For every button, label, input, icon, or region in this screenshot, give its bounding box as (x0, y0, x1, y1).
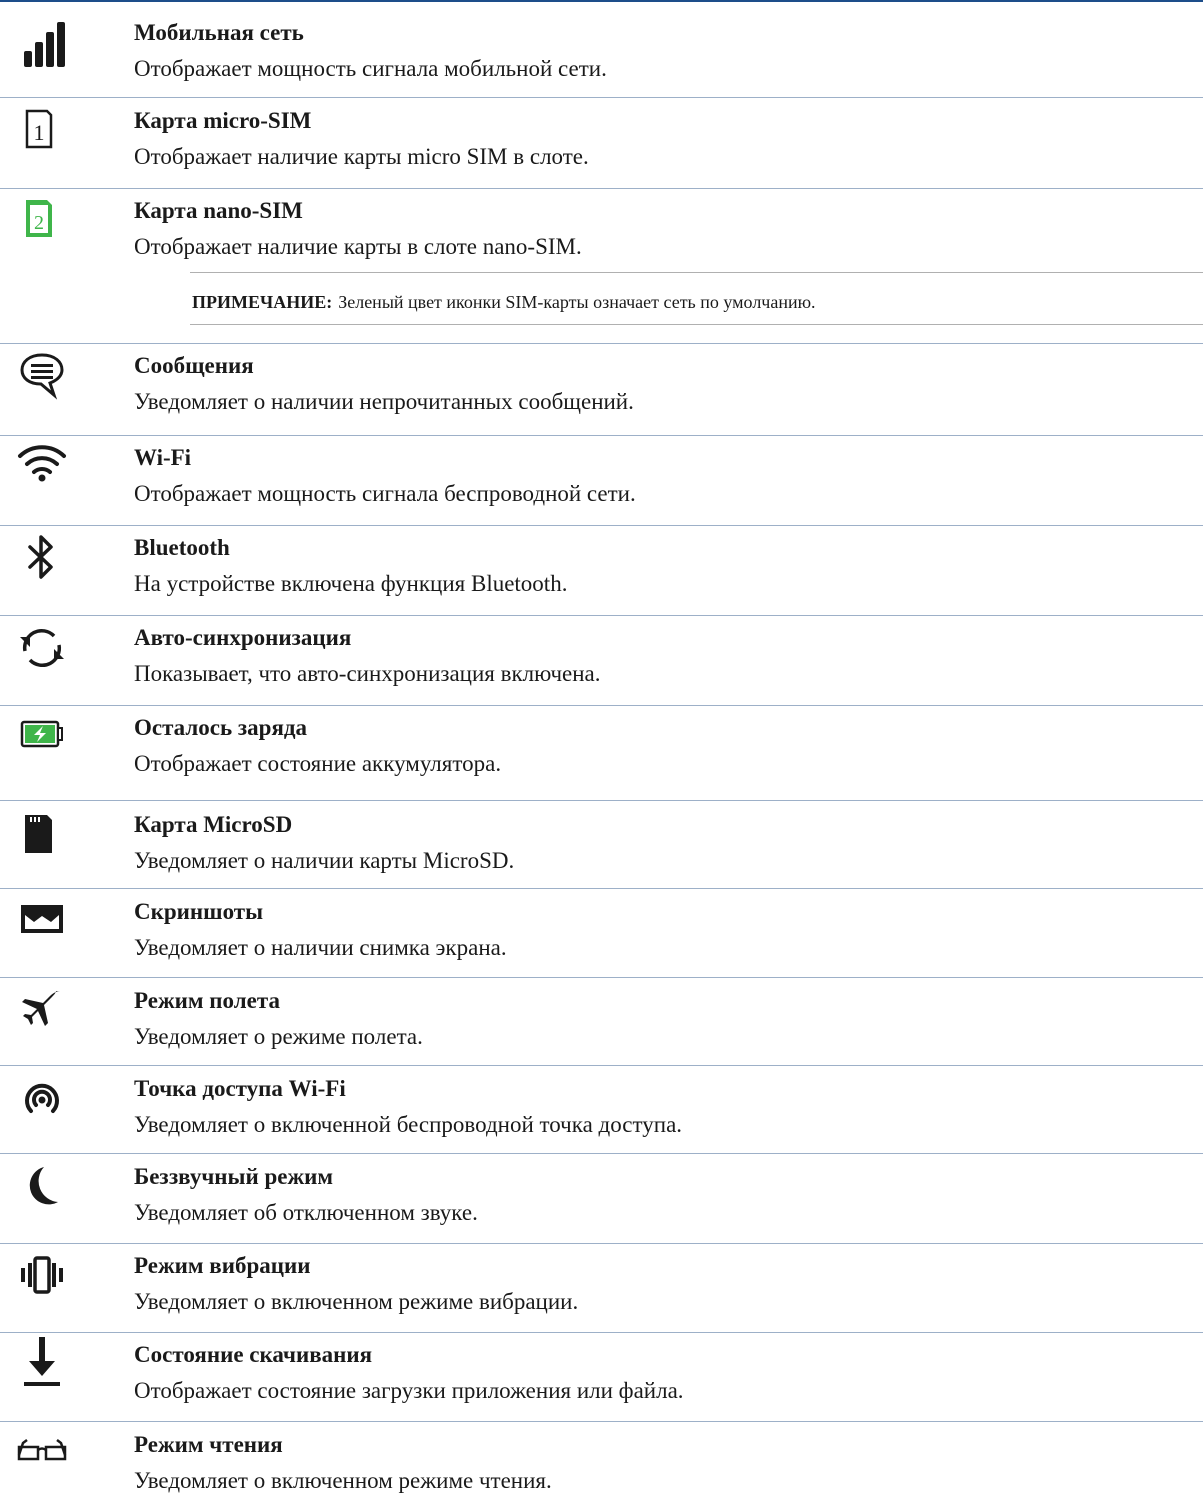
row-separator (0, 525, 1203, 526)
item-description: Уведомляет о режиме полета. (134, 1024, 423, 1049)
hotspot-icon (14, 1075, 70, 1123)
message-bubble-icon (14, 352, 70, 400)
item-title: Режим вибрации (134, 1253, 311, 1278)
airplane-icon (14, 987, 70, 1035)
note-rule-top (190, 272, 1203, 273)
moon-icon (14, 1163, 70, 1211)
wifi-icon (14, 444, 70, 492)
signal-bars-icon (14, 19, 70, 67)
item-title: Bluetooth (134, 535, 230, 560)
item-description: Показывает, что авто-синхронизация включ… (134, 661, 601, 686)
item-description: Отображает состояние загрузки приложения… (134, 1378, 684, 1403)
row-separator (0, 977, 1203, 978)
item-title: Сообщения (134, 353, 254, 378)
note: ПРИМЕЧАНИЕ: Зеленый цвет иконки SIM-карты… (192, 289, 816, 315)
sim-2-icon: 2 (14, 197, 70, 245)
item-title: Карта micro-SIM (134, 108, 312, 133)
sync-icon (14, 624, 70, 672)
svg-text:2: 2 (34, 212, 44, 234)
item-title: Авто-синхронизация (134, 625, 352, 650)
item-title: Скриншоты (134, 899, 264, 924)
item-title: Карта nano-SIM (134, 198, 303, 223)
top-rule (0, 0, 1203, 2)
bluetooth-icon (14, 534, 70, 582)
row-separator (0, 343, 1203, 344)
row-separator (0, 800, 1203, 801)
battery-charging-icon (14, 714, 70, 762)
note-text: Зеленый цвет иконки SIM-карты означает с… (338, 292, 816, 312)
download-icon (14, 1335, 70, 1391)
glasses-icon (14, 1431, 70, 1479)
item-description: Уведомляет о включенном режиме чтения. (134, 1468, 552, 1493)
row-separator (0, 1153, 1203, 1154)
item-title: Wi-Fi (134, 445, 192, 470)
item-description: Уведомляет о включенном режиме вибрации. (134, 1289, 579, 1314)
item-title: Мобильная сеть (134, 20, 304, 45)
item-title: Точка доступа Wi-Fi (134, 1076, 346, 1101)
note-label: ПРИМЕЧАНИЕ: (192, 292, 333, 312)
note-rule-bottom (190, 324, 1203, 325)
row-separator (0, 888, 1203, 889)
item-description: Отображает наличие карты micro SIM в сло… (134, 144, 589, 169)
item-description: Отображает мощность сигнала мобильной се… (134, 56, 607, 81)
row-separator (0, 1332, 1203, 1333)
item-title: Беззвучный режим (134, 1164, 334, 1189)
row-separator (0, 615, 1203, 616)
item-description: Отображает мощность сигнала беспроводной… (134, 481, 636, 506)
screenshot-icon (14, 898, 70, 946)
item-title: Осталось заряда (134, 715, 308, 740)
svg-text:1: 1 (34, 120, 45, 145)
row-separator (0, 705, 1203, 706)
item-description: Отображает состояние аккумулятора. (134, 751, 502, 776)
row-separator (0, 1421, 1203, 1422)
sim-1-icon: 1 (14, 107, 70, 155)
item-title: Режим полета (134, 988, 280, 1013)
item-description: Уведомляет о наличии непрочитанных сообщ… (134, 389, 634, 414)
item-title: Режим чтения (134, 1432, 283, 1457)
row-separator (0, 1065, 1203, 1066)
row-separator (0, 1243, 1203, 1244)
item-title: Карта MicroSD (134, 812, 293, 837)
row-separator (0, 97, 1203, 98)
item-description: Уведомляет о наличии карты MicroSD. (134, 848, 515, 873)
item-description: Отображает наличие карты в слоте nano-SI… (134, 234, 582, 259)
item-description: Уведомляет о наличии снимка экрана. (134, 935, 507, 960)
item-description: На устройстве включена функция Bluetooth… (134, 571, 568, 596)
vibration-icon (14, 1252, 70, 1300)
item-title: Состояние скачивания (134, 1342, 373, 1367)
row-separator (0, 435, 1203, 436)
item-description: Уведомляет об отключенном звуке. (134, 1200, 478, 1225)
microsd-card-icon (14, 811, 70, 859)
row-separator (0, 188, 1203, 189)
item-description: Уведомляет о включенной беспроводной точ… (134, 1112, 683, 1137)
